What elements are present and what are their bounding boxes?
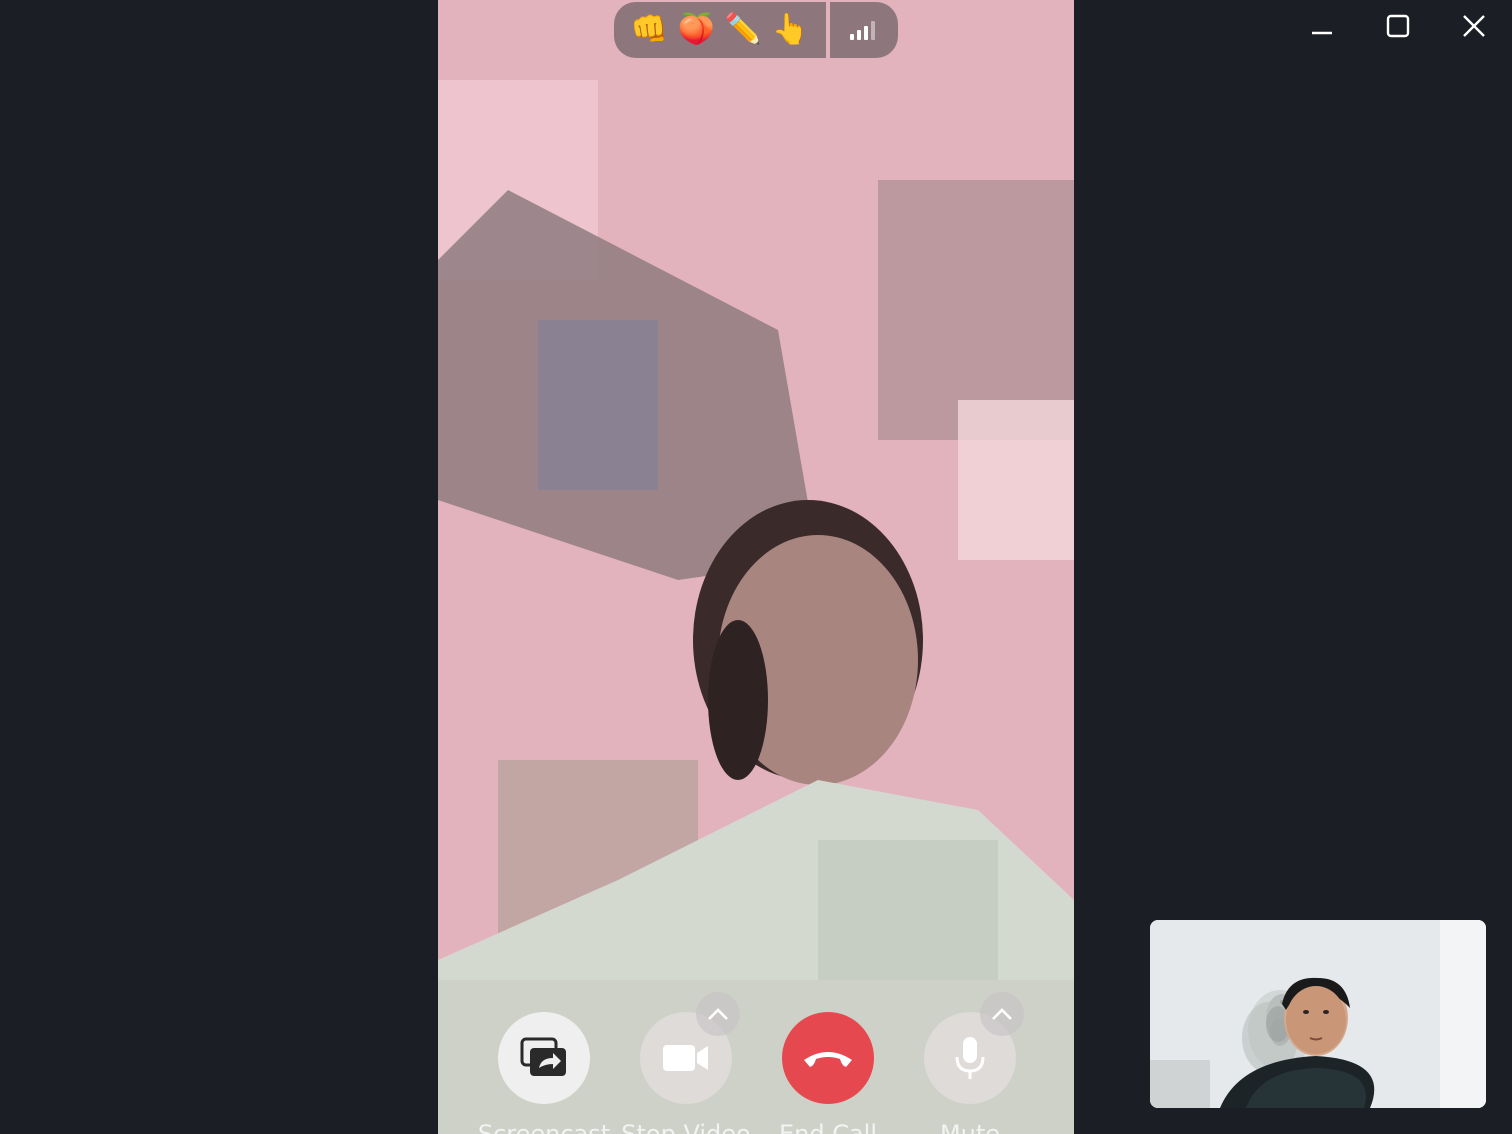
self-view-frame: [1150, 920, 1486, 1108]
signal-strength-icon: [850, 21, 875, 40]
remote-video: [438, 0, 1074, 1134]
mute-control: Mute: [924, 992, 1024, 1134]
reactions-bar: 👊 🍑 ✏️ 👆: [614, 2, 826, 58]
maximize-icon: [1386, 14, 1410, 38]
screencast-label: Screencast: [477, 1120, 611, 1134]
minimize-button[interactable]: [1302, 6, 1342, 46]
reaction-fist[interactable]: 👊: [631, 15, 668, 45]
minimize-icon: [1312, 31, 1332, 35]
video-control: Stop Video: [621, 992, 751, 1134]
mute-options-button[interactable]: [980, 992, 1024, 1036]
video-label: Stop Video: [621, 1120, 751, 1134]
reaction-peach[interactable]: 🍑: [678, 15, 715, 45]
screencast-control: Screencast: [478, 1012, 610, 1134]
signal-indicator[interactable]: [830, 2, 898, 58]
remote-video-frame: [438, 0, 1074, 1134]
screencast-icon: [520, 1037, 566, 1076]
microphone-icon: [955, 1037, 985, 1079]
chevron-up-icon: [708, 1008, 728, 1020]
mute-label: Mute: [939, 1120, 1001, 1134]
reaction-pointing-up[interactable]: 👆: [772, 15, 809, 45]
end-call-label: End Call: [778, 1120, 878, 1134]
video-options-button[interactable]: [696, 992, 740, 1036]
close-button[interactable]: [1454, 6, 1494, 46]
end-call-control: End Call: [779, 1012, 877, 1134]
video-call-window: 👊 🍑 ✏️ 👆 Screencast Stop Video End Call …: [0, 0, 1512, 1134]
video-camera-icon: [663, 1045, 708, 1071]
reaction-pencil[interactable]: ✏️: [725, 15, 762, 45]
self-view-video[interactable]: [1150, 920, 1486, 1108]
close-icon: [1463, 15, 1485, 37]
screencast-button[interactable]: [498, 1012, 590, 1104]
maximize-button[interactable]: [1378, 6, 1418, 46]
phone-hangup-icon: [804, 1052, 852, 1067]
end-call-button[interactable]: [782, 1012, 874, 1104]
chevron-up-icon: [992, 1008, 1012, 1020]
